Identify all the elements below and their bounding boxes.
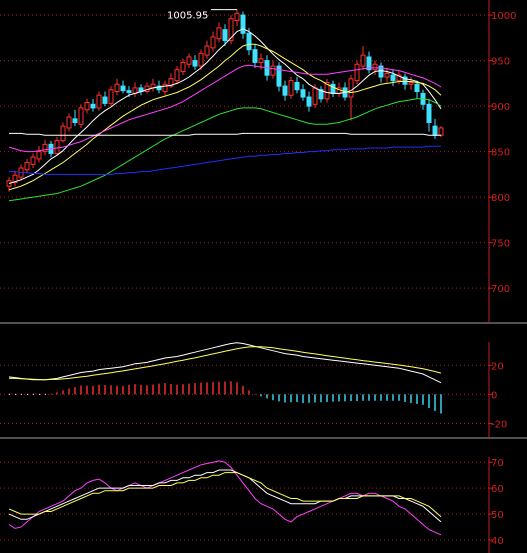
candle-up — [114, 83, 120, 93]
candle-up — [198, 52, 204, 67]
candle-up — [204, 45, 210, 56]
peak-annotation: 1005.95 — [167, 9, 237, 22]
candle-down — [414, 83, 420, 93]
candle-up — [186, 56, 192, 65]
candle-up — [96, 94, 102, 109]
candle-up — [348, 78, 354, 98]
price-tick-label: 850 — [491, 148, 510, 159]
moving-average-line — [9, 145, 441, 175]
candle-up — [24, 162, 30, 171]
candle-up — [258, 58, 264, 63]
candle-up — [270, 65, 276, 76]
candle-down — [306, 96, 312, 107]
candle-up — [30, 156, 36, 165]
candle-up — [372, 63, 378, 71]
candlesticks — [6, 9, 444, 192]
axis-tick-labels: 1000 950 900 850 800 750 700 20 0 -20 70 60 50 40 — [491, 11, 516, 547]
oscillator-line — [8, 472, 442, 518]
candle-down — [330, 83, 336, 94]
candle-up — [180, 61, 186, 73]
candle-down — [240, 14, 246, 34]
oscillator-panel — [8, 460, 442, 536]
candle-up — [408, 81, 414, 85]
moving-average-lines — [8, 28, 442, 202]
candle-up — [66, 116, 72, 129]
price-tick-label: 800 — [491, 193, 510, 204]
candle-down — [120, 85, 126, 92]
oscillator-tick-label: 40 — [491, 536, 504, 547]
price-tick-label: 750 — [491, 239, 510, 250]
candle-up — [36, 151, 42, 160]
candle-down — [246, 32, 252, 51]
price-tick-label: 900 — [491, 102, 510, 113]
candle-down — [90, 103, 96, 109]
macd-tick-label: 20 — [491, 361, 504, 372]
candle-up — [234, 12, 240, 22]
moving-average-line — [9, 132, 441, 136]
candle-up — [78, 107, 84, 125]
oscillator-tick-label: 70 — [491, 458, 504, 469]
candle-down — [102, 96, 108, 104]
stock-chart: 1000 950 900 850 800 750 700 20 0 -20 70 60 50 40 100… — [0, 0, 527, 553]
candle-up — [108, 89, 114, 104]
oscillator-line — [8, 460, 442, 536]
candle-down — [294, 81, 300, 91]
candle-down — [126, 90, 132, 93]
macd-tick-label: 0 — [491, 390, 497, 401]
candle-down — [222, 29, 228, 42]
grid-lines — [0, 14, 489, 541]
candle-up — [54, 140, 60, 154]
candle-up — [84, 101, 90, 111]
candle-down — [282, 85, 288, 96]
price-tick-label: 950 — [491, 57, 510, 68]
candle-up — [354, 63, 360, 82]
macd-tick-label: -20 — [491, 419, 507, 430]
oscillator-tick-label: 60 — [491, 484, 504, 495]
price-tick-label: 1000 — [491, 11, 516, 22]
candle-up — [438, 127, 444, 136]
candle-up — [60, 125, 66, 142]
price-axis — [0, 0, 527, 553]
candle-down — [390, 74, 396, 82]
candle-up — [174, 69, 180, 82]
candle-down — [192, 60, 198, 67]
candle-down — [72, 118, 78, 123]
candle-down — [252, 49, 258, 63]
peak-annotation-label: 1005.95 — [167, 11, 208, 22]
candle-down — [300, 89, 306, 98]
candle-up — [42, 143, 48, 153]
candle-up — [384, 72, 390, 78]
candle-up — [360, 54, 366, 67]
oscillator-tick-label: 50 — [491, 510, 504, 521]
price-tick-label: 700 — [491, 284, 510, 295]
candle-up — [210, 36, 216, 49]
candle-down — [432, 125, 438, 136]
candle-up — [162, 83, 168, 93]
candle-up — [312, 87, 318, 105]
moving-average-line — [8, 98, 442, 202]
candle-up — [288, 80, 294, 96]
candle-down — [426, 103, 432, 123]
macd-panel — [8, 342, 442, 414]
candle-up — [216, 27, 222, 40]
